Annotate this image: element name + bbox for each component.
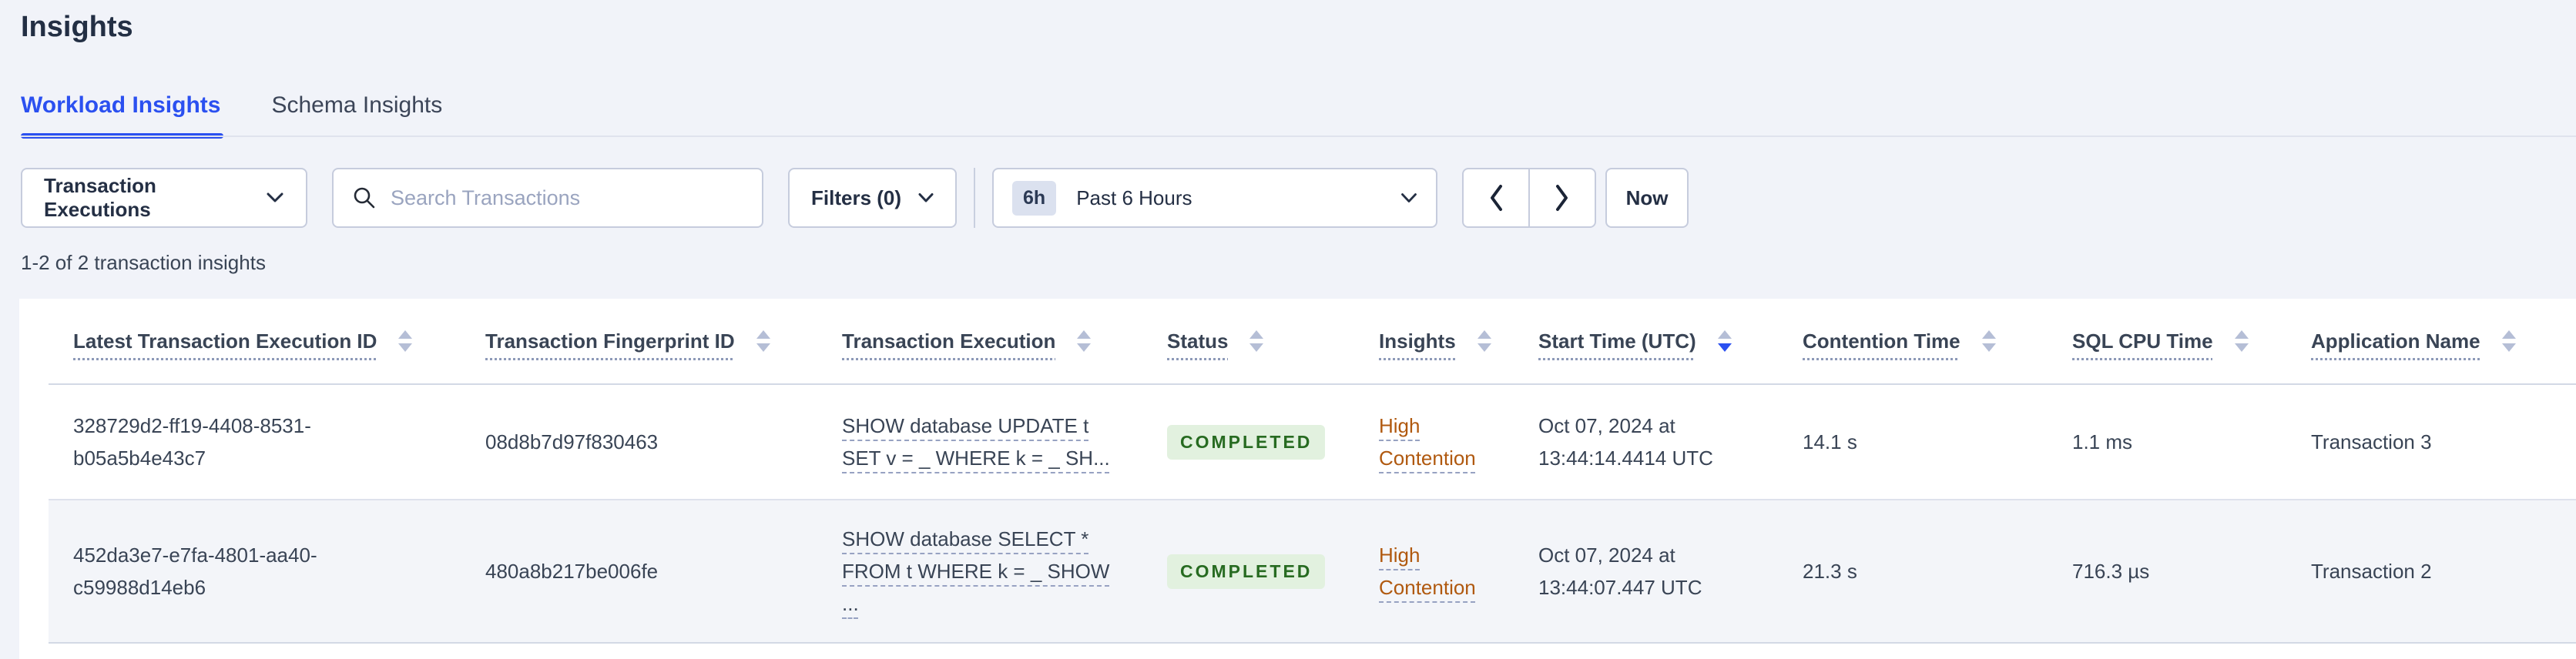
table-row: 328729d2-ff19-4408-8531- b05a5b4e43c7 08… — [49, 385, 2576, 500]
chevron-down-icon — [266, 192, 284, 204]
chevron-down-icon — [918, 192, 934, 203]
tab-schema-insights[interactable]: Schema Insights — [271, 92, 442, 139]
cell-start-time: Oct 07, 2024 at 13:44:07.447 UTC — [1538, 544, 1702, 599]
search-box — [332, 168, 763, 228]
insight-link[interactable]: High Contention — [1379, 544, 1476, 599]
sort-icon — [1249, 330, 1264, 352]
transaction-execution-link[interactable]: SHOW database UPDATE t SET v = _ WHERE k… — [842, 414, 1110, 470]
sort-desc-icon — [1717, 330, 1732, 352]
now-button[interactable]: Now — [1605, 168, 1689, 228]
cell-application-name: Transaction 3 — [2311, 430, 2432, 453]
left-gutter — [0, 0, 19, 659]
chevron-right-icon — [1555, 184, 1570, 212]
column-header-sql-cpu-time[interactable]: SQL CPU Time — [2048, 330, 2286, 353]
cell-contention-time: 14.1 s — [1803, 430, 1857, 453]
status-badge: COMPLETED — [1167, 554, 1326, 589]
tab-workload-insights[interactable]: Workload Insights — [21, 92, 224, 139]
sort-icon — [2501, 330, 2516, 352]
insight-type-select[interactable]: Transaction Executions — [21, 168, 307, 228]
page-title: Insights — [21, 11, 133, 43]
next-time-window-button[interactable] — [1528, 168, 1597, 228]
cell-execution-id: 328729d2-ff19-4408-8531- b05a5b4e43c7 — [73, 414, 311, 470]
time-range-picker[interactable]: 6h Past 6 Hours — [992, 168, 1438, 228]
column-header-application-name[interactable]: Application Name — [2286, 330, 2576, 353]
chevron-down-icon — [1400, 192, 1417, 204]
now-button-label: Now — [1625, 186, 1669, 209]
time-range-label: Past 6 Hours — [1076, 186, 1192, 209]
column-header-contention-time[interactable]: Contention Time — [1778, 330, 2048, 353]
sort-icon — [1981, 330, 1996, 352]
sort-icon — [398, 330, 413, 352]
column-header-transaction-fingerprint-id[interactable]: Transaction Fingerprint ID — [461, 330, 817, 353]
cell-start-time: Oct 07, 2024 at 13:44:14.4414 UTC — [1538, 414, 1713, 470]
status-badge: COMPLETED — [1167, 424, 1326, 460]
table-row: 452da3e7-e7fa-4801-aa40- c59988d14eb6 48… — [49, 500, 2576, 644]
chevron-left-icon — [1488, 184, 1504, 212]
filters-button[interactable]: Filters (0) — [788, 168, 958, 228]
column-header-status[interactable]: Status — [1142, 330, 1354, 353]
insight-link[interactable]: High Contention — [1379, 414, 1476, 470]
results-summary: 1-2 of 2 transaction insights — [21, 251, 266, 274]
sort-icon — [2234, 330, 2249, 352]
previous-time-window-button[interactable] — [1462, 168, 1531, 228]
search-icon — [352, 186, 377, 210]
cell-execution-id: 452da3e7-e7fa-4801-aa40- c59988d14eb6 — [73, 544, 317, 599]
toolbar: Transaction Executions Filters (0) 6h Pa… — [21, 168, 1689, 228]
transaction-insights-table: Latest Transaction Execution ID Transact… — [49, 299, 2576, 644]
cell-sql-cpu-time: 716.3 µs — [2072, 560, 2150, 583]
table-header-row: Latest Transaction Execution ID Transact… — [49, 299, 2576, 385]
cell-contention-time: 21.3 s — [1803, 560, 1857, 583]
cell-fingerprint-id: 480a8b217be006fe — [485, 560, 659, 583]
column-header-insights[interactable]: Insights — [1354, 330, 1514, 353]
cell-fingerprint-id: 08d8b7d97f830463 — [485, 430, 659, 453]
cell-sql-cpu-time: 1.1 ms — [2072, 430, 2133, 453]
column-header-transaction-execution[interactable]: Transaction Execution — [817, 330, 1142, 353]
sort-icon — [1477, 330, 1491, 352]
toolbar-divider — [974, 168, 976, 228]
time-window-nav — [1462, 168, 1597, 228]
sort-icon — [756, 330, 770, 352]
column-header-start-time[interactable]: Start Time (UTC) — [1514, 330, 1778, 353]
page-header-background — [0, 0, 2576, 299]
search-input[interactable] — [391, 186, 743, 210]
insight-type-select-label: Transaction Executions — [44, 174, 156, 221]
transaction-execution-link[interactable]: SHOW database SELECT * FROM t WHERE k = … — [842, 527, 1109, 615]
tab-bar-rule — [21, 135, 2576, 137]
time-range-badge: 6h — [1012, 180, 1057, 216]
column-header-latest-transaction-execution-id[interactable]: Latest Transaction Execution ID — [49, 330, 461, 353]
filters-button-label: Filters (0) — [811, 186, 902, 209]
tab-bar: Workload Insights Schema Insights — [21, 92, 442, 139]
sort-icon — [1077, 330, 1092, 352]
cell-application-name: Transaction 2 — [2311, 560, 2432, 583]
